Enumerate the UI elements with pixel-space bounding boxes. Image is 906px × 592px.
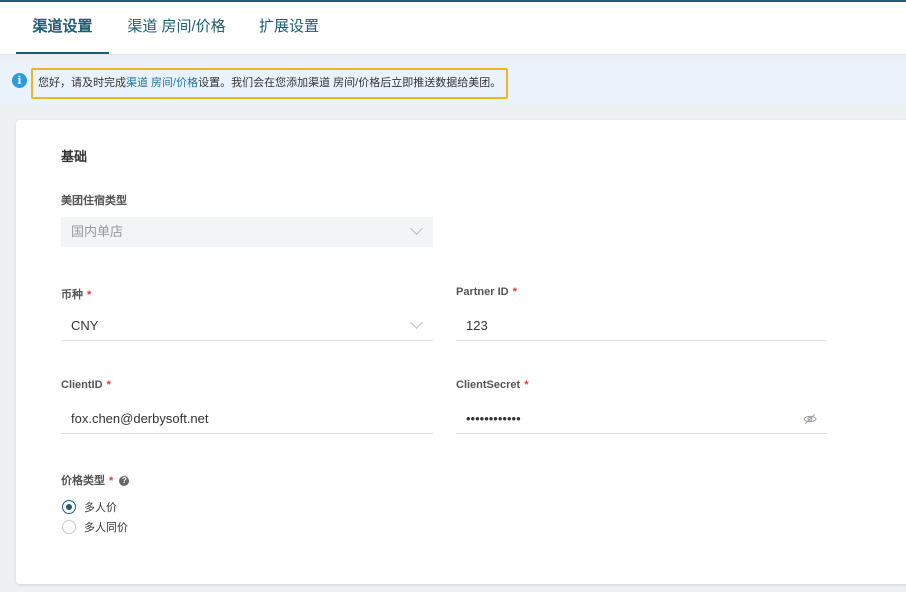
radio-checked[interactable]	[62, 500, 76, 514]
accommodation-type-label: 美团住宿类型	[61, 195, 127, 207]
notice-suffix: 设置。我们会在您添加渠道 房间/价格后立即推送数据给美团。	[198, 77, 502, 89]
room-rate-link[interactable]: 渠道 房间/价格	[126, 77, 198, 89]
info-icon: i	[12, 73, 27, 88]
required-mark: *	[109, 475, 114, 487]
currency-value: CNY	[71, 318, 99, 333]
partner-id-label: Partner ID *	[456, 286, 517, 298]
required-mark: *	[512, 286, 517, 298]
partner-id-label-text: Partner ID	[456, 286, 509, 298]
client-secret-value: ••••••••••••	[466, 411, 521, 426]
radio-option-multi-person-price[interactable]: 多人价	[62, 500, 117, 516]
accommodation-type-select: 国内单店	[61, 217, 433, 247]
currency-select[interactable]: CNY	[61, 311, 433, 341]
accommodation-type-value: 国内单店	[71, 224, 124, 239]
section-title: 基础	[61, 149, 88, 164]
partner-id-value: 123	[466, 318, 488, 333]
client-id-value: fox.chen@derbysoft.net	[71, 411, 209, 426]
chevron-down-icon	[410, 222, 423, 235]
required-mark: *	[87, 289, 92, 301]
top-tab-bar: 渠道设置 渠道 房间/价格 扩展设置	[0, 0, 906, 55]
radio-label: 多人同价	[84, 522, 128, 534]
client-id-input[interactable]: fox.chen@derbysoft.net	[61, 404, 433, 434]
notice-message: 您好，请及时完成渠道 房间/价格设置。我们会在您添加渠道 房间/价格后立即推送数…	[31, 68, 509, 99]
required-mark: *	[524, 379, 529, 391]
tab-channel-settings[interactable]: 渠道设置	[16, 2, 109, 54]
radio-unchecked[interactable]	[62, 520, 76, 534]
notice-prefix: 您好，请及时完成	[38, 77, 126, 89]
radio-label: 多人价	[84, 502, 117, 514]
client-secret-label: ClientSecret *	[456, 379, 528, 391]
tab-extended-settings[interactable]: 扩展设置	[256, 2, 322, 54]
notice-bar: i 您好，请及时完成渠道 房间/价格设置。我们会在您添加渠道 房间/价格后立即推…	[0, 61, 906, 104]
partner-id-input[interactable]: 123	[456, 311, 827, 341]
required-mark: *	[106, 379, 111, 391]
settings-card: 基础 美团住宿类型 国内单店 币种 * CNY Partner ID * 123 C…	[16, 120, 906, 584]
radio-option-same-price[interactable]: 多人同价	[62, 520, 128, 536]
currency-label: 币种 *	[61, 286, 91, 302]
chevron-down-icon	[410, 316, 423, 329]
eye-slash-icon[interactable]	[803, 412, 817, 426]
client-id-label-text: ClientID	[61, 379, 103, 391]
client-secret-label-text: ClientSecret	[456, 379, 521, 391]
currency-label-text: 币种	[61, 289, 83, 301]
client-secret-input[interactable]: ••••••••••••	[456, 404, 827, 434]
price-type-label-text: 价格类型	[61, 475, 105, 487]
price-type-label: 价格类型 *?	[61, 472, 130, 488]
client-id-label: ClientID *	[61, 379, 111, 391]
help-icon[interactable]: ?	[119, 476, 130, 486]
tab-channel-room-rate[interactable]: 渠道 房间/价格	[124, 2, 229, 54]
